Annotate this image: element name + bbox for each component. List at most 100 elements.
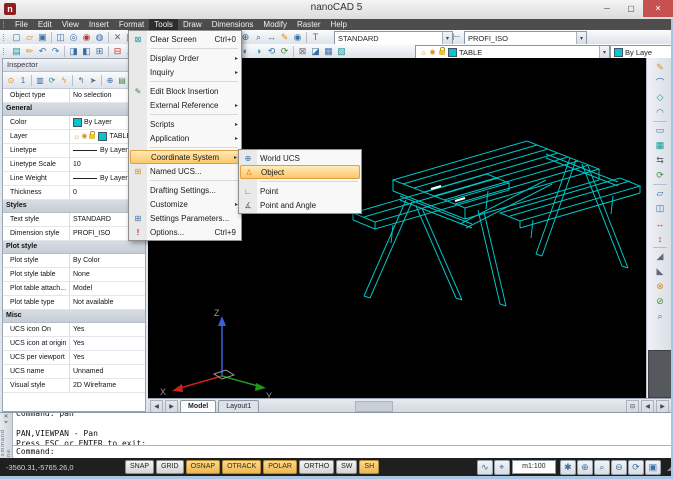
property-row-ucs-icon-origin[interactable]: UCS icon at origin Yes bbox=[3, 337, 145, 351]
publish-icon[interactable]: ◉ bbox=[80, 31, 93, 44]
scroll-left-button[interactable]: ◀ bbox=[641, 400, 654, 413]
menu-view[interactable]: View bbox=[57, 19, 84, 30]
hatch-icon[interactable]: ▧ bbox=[335, 45, 348, 58]
stretch-v-tool-icon[interactable]: ↕ bbox=[652, 231, 668, 246]
tab-model[interactable]: Model bbox=[180, 400, 216, 413]
menu-item-settings-parameters[interactable]: ⊞ Settings Parameters... bbox=[130, 211, 240, 225]
regen-icon[interactable]: ⟳ bbox=[628, 460, 644, 475]
world-icon[interactable]: ⊕ bbox=[104, 74, 116, 87]
zoom-out-icon[interactable]: ⊖ bbox=[611, 460, 627, 475]
quick-select-icon[interactable]: ϟ bbox=[58, 74, 70, 87]
toggle-polar[interactable]: POLAR bbox=[263, 460, 297, 474]
property-row-plot-style-table[interactable]: Plot style table None bbox=[3, 268, 145, 282]
fillet-tool-icon[interactable]: ◣ bbox=[652, 264, 668, 279]
property-row-plot-table-type[interactable]: Plot table type Not available bbox=[3, 296, 145, 310]
submenu-item-point[interactable]: ∟ Point bbox=[240, 184, 360, 198]
update-fields-icon[interactable]: ⟲ bbox=[265, 45, 278, 58]
menu-item-clear-screen[interactable]: ⊠ Clear Screen Ctrl+0 bbox=[130, 32, 240, 46]
layer-combo[interactable]: ☼ ◉ TABLE ▾ bbox=[415, 45, 610, 59]
property-row-ucs-per-viewport[interactable]: UCS per viewport Yes bbox=[3, 351, 145, 365]
dimension-style-combo[interactable]: PROFI_ISO ▾ bbox=[464, 31, 587, 45]
toggle-osnap[interactable]: OSNAP bbox=[186, 460, 221, 474]
boolean-icon[interactable]: ◪ bbox=[309, 45, 322, 58]
property-row-line-weight[interactable]: Line Weight By Layer bbox=[3, 172, 145, 186]
tab-prev-button[interactable]: ◀ bbox=[150, 400, 163, 413]
export-icon[interactable]: ◍ bbox=[93, 31, 106, 44]
layers-icon[interactable]: ◨ bbox=[67, 45, 80, 58]
dimension-style-icon[interactable]: ⊢ bbox=[450, 31, 463, 44]
menu-file[interactable]: File bbox=[10, 19, 33, 30]
selection-cycle-icon[interactable]: ⊙ bbox=[5, 74, 17, 87]
property-row-visual-style[interactable]: Visual style 2D Wireframe bbox=[3, 379, 145, 393]
spline-tool-icon[interactable]: ◠ bbox=[652, 105, 668, 120]
minimize-button[interactable]: ─ bbox=[595, 0, 619, 17]
hscrollbar-thumb[interactable] bbox=[355, 401, 393, 412]
offset-tool-icon[interactable]: ▱ bbox=[652, 186, 668, 201]
property-row-linetype-scale[interactable]: Linetype Scale 10 bbox=[3, 158, 145, 172]
fullscreen-icon[interactable]: ▣ bbox=[645, 460, 661, 475]
submenu-item-object[interactable]: ∆ Object bbox=[240, 165, 360, 179]
move-tool-icon[interactable]: ⇆ bbox=[652, 153, 668, 168]
select-count-icon[interactable]: 1 bbox=[17, 74, 29, 87]
group-icon[interactable]: ⊟ bbox=[111, 45, 124, 58]
polygon-tool-icon[interactable]: ◇ bbox=[652, 90, 668, 105]
property-row-layer[interactable]: Layer ☼ ◉ TABLE bbox=[3, 130, 145, 144]
toggle-snap[interactable]: SNAP bbox=[125, 460, 154, 474]
property-row-color[interactable]: Color By Layer bbox=[3, 116, 145, 130]
new-file-icon[interactable]: ▢ bbox=[10, 31, 23, 44]
scale-field[interactable]: m1:100 bbox=[512, 460, 556, 474]
back-icon[interactable]: ↰ bbox=[75, 74, 87, 87]
text-style-combo[interactable]: STANDARD ▾ bbox=[334, 31, 453, 45]
menu-help[interactable]: Help bbox=[326, 19, 352, 30]
block-editor-icon[interactable]: ⊞ bbox=[93, 45, 106, 58]
property-row-plot-table-attach[interactable]: Plot table attach... Model bbox=[3, 282, 145, 296]
property-row-plot-style[interactable]: Plot style By Color bbox=[3, 254, 145, 268]
pointer-icon[interactable]: ➤ bbox=[87, 74, 99, 87]
arc-tool-icon[interactable]: ⌒ bbox=[652, 75, 668, 90]
edit-pencil-icon[interactable]: ✎ bbox=[278, 31, 291, 44]
clipboard-icon[interactable]: ▤ bbox=[116, 74, 128, 87]
menu-raster[interactable]: Raster bbox=[292, 19, 326, 30]
menu-item-named-ucs[interactable]: ⊞ Named UCS... bbox=[130, 164, 240, 178]
zoom-window-icon[interactable]: ⌕ bbox=[594, 460, 610, 475]
property-row-text-style[interactable]: Text style STANDARD bbox=[3, 213, 145, 227]
zoom-tool-icon[interactable]: ⌕ bbox=[652, 309, 668, 324]
property-row-dimension-style[interactable]: Dimension style PROFI_ISO bbox=[3, 227, 145, 241]
tab-layout1[interactable]: Layout1 bbox=[218, 400, 259, 413]
menu-dimensions[interactable]: Dimensions bbox=[207, 19, 259, 30]
menu-item-scripts[interactable]: Scripts ▸ bbox=[130, 117, 240, 131]
toggle-otrack[interactable]: OTRACK bbox=[222, 460, 261, 474]
section-general[interactable]: General bbox=[3, 103, 145, 116]
dyn-input-icon[interactable]: ∿ bbox=[477, 460, 493, 475]
zoom-in-icon[interactable]: ⊕ bbox=[577, 460, 593, 475]
menu-edit[interactable]: Edit bbox=[33, 19, 57, 30]
layer-states-icon[interactable]: ◧ bbox=[80, 45, 93, 58]
pan-icon[interactable]: ✱ bbox=[560, 460, 576, 475]
regen-icon[interactable]: ⟳ bbox=[278, 45, 291, 58]
command-history[interactable]: Command: pan PAN,VIEWPAN - Pan Press ESC… bbox=[13, 413, 673, 458]
plot-preview-icon[interactable]: ◎ bbox=[67, 31, 80, 44]
menu-item-customize[interactable]: Customize ▸ bbox=[130, 197, 240, 211]
close-button[interactable]: ✕ bbox=[643, 0, 673, 17]
toggle-sh[interactable]: SH bbox=[359, 460, 379, 474]
menu-item-options[interactable]: ! Options... Ctrl+9 bbox=[130, 225, 240, 239]
copy-tool-icon[interactable]: ◫ bbox=[652, 201, 668, 216]
section-styles[interactable]: Styles bbox=[3, 200, 145, 213]
grid-display-icon[interactable]: ▦ bbox=[322, 45, 335, 58]
tab-next-button[interactable]: ▶ bbox=[165, 400, 178, 413]
property-row-thickness[interactable]: Thickness 0 bbox=[3, 186, 145, 200]
toggle-sw[interactable]: SW bbox=[336, 460, 357, 474]
menu-item-external-reference[interactable]: External Reference ▸ bbox=[130, 98, 240, 112]
text-style-icon[interactable]: T bbox=[309, 31, 322, 44]
trim-tool-icon[interactable]: ⊗ bbox=[652, 279, 668, 294]
cursor-mode-icon[interactable]: ⌖ bbox=[494, 460, 510, 475]
refresh-icon[interactable]: ⟳ bbox=[46, 74, 58, 87]
menu-item-coordinate-system[interactable]: Coordinate System ▸ bbox=[130, 150, 240, 164]
section-misc[interactable]: Misc bbox=[3, 310, 145, 323]
property-row-linetype[interactable]: Linetype By Layer bbox=[3, 144, 145, 158]
undo-icon[interactable]: ↶ bbox=[36, 45, 49, 58]
inspector-title[interactable]: Inspector bbox=[3, 59, 145, 72]
open-file-icon[interactable]: ▱ bbox=[23, 31, 36, 44]
section-plot-style[interactable]: Plot style bbox=[3, 241, 145, 254]
menu-item-edit-block-insertion[interactable]: ✎ Edit Block Insertion bbox=[130, 84, 240, 98]
